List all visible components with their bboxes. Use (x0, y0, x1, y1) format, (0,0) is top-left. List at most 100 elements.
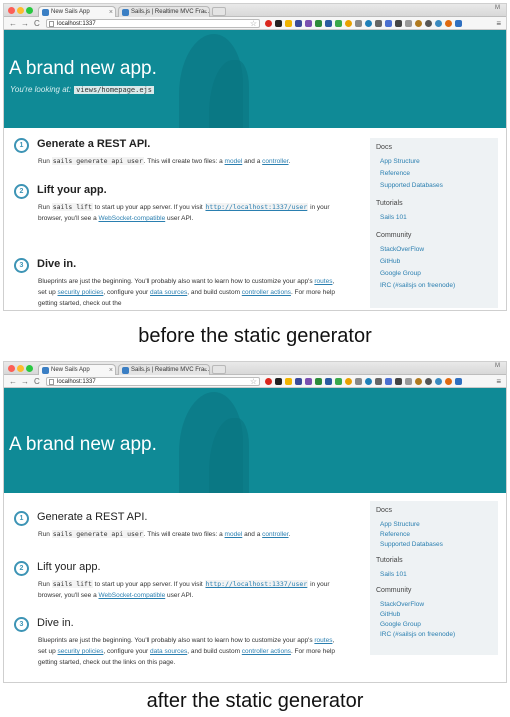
tab-close-icon[interactable]: × (203, 365, 207, 375)
dropper-extension-icon[interactable] (305, 378, 312, 385)
new-tab-button[interactable] (212, 7, 226, 16)
address-bar[interactable]: localhost:1337 ☆ (46, 377, 260, 386)
zoom-window-button[interactable] (26, 365, 33, 372)
check-extension-icon[interactable] (335, 20, 342, 27)
sidebar-link-stackoverflow[interactable]: StackOverFlow (380, 246, 424, 253)
ball-extension-icon[interactable] (435, 378, 442, 385)
bulb-extension-icon[interactable] (345, 20, 352, 27)
fx-extension-icon[interactable] (395, 20, 402, 27)
websocket-compatible-link[interactable]: WebSocket-compatible (99, 215, 166, 222)
help-extension-icon[interactable] (405, 20, 412, 27)
bookmark-star-icon[interactable]: ☆ (250, 377, 257, 386)
check-extension-icon[interactable] (335, 378, 342, 385)
profile-initial[interactable]: M (495, 5, 500, 11)
window-extension-icon[interactable] (355, 20, 362, 27)
controller-actions-link[interactable]: controller actions (242, 289, 291, 296)
websocket-compatible-link[interactable]: WebSocket-compatible (99, 592, 166, 599)
close-window-button[interactable] (8, 7, 15, 14)
last-extension-icon[interactable] (455, 20, 462, 27)
tab-close-icon[interactable]: × (203, 7, 207, 17)
forward-button[interactable]: → (21, 376, 29, 387)
ball-extension-icon[interactable] (435, 20, 442, 27)
opera-extension-icon[interactable] (265, 378, 272, 385)
grid-extension-icon[interactable] (295, 378, 302, 385)
reload-button[interactable]: C (34, 18, 40, 29)
back-button[interactable]: ← (9, 376, 17, 387)
dark-extension-icon[interactable] (275, 20, 282, 27)
data-sources-link[interactable]: data sources (150, 648, 187, 655)
sidebar-link-irc[interactable]: IRC (#sailsjs on freenode) (380, 631, 455, 638)
dropper-extension-icon[interactable] (305, 20, 312, 27)
v-extension-icon[interactable] (385, 20, 392, 27)
ghost-extension-icon[interactable] (425, 378, 432, 385)
grid-extension-icon[interactable] (295, 20, 302, 27)
minimize-window-button[interactable] (17, 365, 24, 372)
window-extension-icon[interactable] (355, 378, 362, 385)
sidebar-link-github[interactable]: GitHub (380, 258, 400, 265)
close-window-button[interactable] (8, 365, 15, 372)
browser-menu-button[interactable]: ≡ (496, 18, 501, 29)
tab-close-icon[interactable]: × (109, 7, 113, 17)
globe-extension-icon[interactable] (365, 378, 372, 385)
people-extension-icon[interactable] (375, 20, 382, 27)
orange-extension-icon[interactable] (445, 378, 452, 385)
controller-link[interactable]: controller (262, 158, 288, 165)
sidebar-link-sails-101[interactable]: Sails 101 (380, 214, 407, 221)
sidebar-link-app-structure[interactable]: App Structure (380, 158, 420, 165)
v-extension-icon[interactable] (385, 378, 392, 385)
routes-link[interactable]: routes (314, 278, 332, 285)
yellow-extension-icon[interactable] (285, 378, 292, 385)
browser-tab-new-sails-app[interactable]: New Sails App × (38, 6, 116, 17)
zoom-window-button[interactable] (26, 7, 33, 14)
sidebar-link-stackoverflow[interactable]: StackOverFlow (380, 601, 424, 608)
globe-extension-icon[interactable] (365, 20, 372, 27)
browser-tab-sailsjs[interactable]: Sails.js | Realtime MVC Fra... × (118, 6, 210, 17)
minimize-window-button[interactable] (17, 7, 24, 14)
controller-actions-link[interactable]: controller actions (242, 648, 291, 655)
browser-tab-new-sails-app[interactable]: New Sails App × (38, 364, 116, 375)
people-extension-icon[interactable] (375, 378, 382, 385)
back-button[interactable]: ← (9, 18, 17, 29)
security-policies-link[interactable]: security policies (58, 289, 104, 296)
sidebar-link-github[interactable]: GitHub (380, 611, 400, 618)
owl-extension-icon[interactable] (415, 378, 422, 385)
dark-extension-icon[interactable] (275, 378, 282, 385)
blue-extension-icon[interactable] (325, 378, 332, 385)
profile-initial[interactable]: M (495, 363, 500, 369)
opera-extension-icon[interactable] (265, 20, 272, 27)
blue-extension-icon[interactable] (325, 20, 332, 27)
sidebar-link-supported-databases[interactable]: Supported Databases (380, 182, 443, 189)
bulb-extension-icon[interactable] (345, 378, 352, 385)
controller-link[interactable]: controller (262, 531, 288, 538)
sidebar-link-supported-databases[interactable]: Supported Databases (380, 541, 443, 548)
browser-menu-button[interactable]: ≡ (496, 376, 501, 387)
sidebar-link-app-structure[interactable]: App Structure (380, 521, 420, 528)
localhost-user-link[interactable]: http://localhost:1337/user (204, 203, 309, 211)
localhost-user-link[interactable]: http://localhost:1337/user (204, 580, 309, 588)
tab-close-icon[interactable]: × (109, 365, 113, 375)
drive-extension-icon[interactable] (315, 378, 322, 385)
new-tab-button[interactable] (212, 365, 226, 374)
model-link[interactable]: model (225, 158, 243, 165)
data-sources-link[interactable]: data sources (150, 289, 187, 296)
sidebar-link-reference[interactable]: Reference (380, 531, 410, 538)
browser-tab-sailsjs[interactable]: Sails.js | Realtime MVC Fra... × (118, 364, 210, 375)
bookmark-star-icon[interactable]: ☆ (250, 19, 257, 28)
sidebar-link-irc[interactable]: IRC (#sailsjs on freenode) (380, 282, 455, 289)
sidebar-link-sails-101[interactable]: Sails 101 (380, 571, 407, 578)
sidebar-link-google-group[interactable]: Google Group (380, 270, 421, 277)
owl-extension-icon[interactable] (415, 20, 422, 27)
fx-extension-icon[interactable] (395, 378, 402, 385)
routes-link[interactable]: routes (314, 637, 332, 644)
model-link[interactable]: model (225, 531, 243, 538)
sidebar-link-google-group[interactable]: Google Group (380, 621, 421, 628)
last-extension-icon[interactable] (455, 378, 462, 385)
drive-extension-icon[interactable] (315, 20, 322, 27)
reload-button[interactable]: C (34, 376, 40, 387)
sidebar-link-reference[interactable]: Reference (380, 170, 410, 177)
security-policies-link[interactable]: security policies (58, 648, 104, 655)
help-extension-icon[interactable] (405, 378, 412, 385)
ghost-extension-icon[interactable] (425, 20, 432, 27)
address-bar[interactable]: localhost:1337 ☆ (46, 19, 260, 28)
forward-button[interactable]: → (21, 18, 29, 29)
